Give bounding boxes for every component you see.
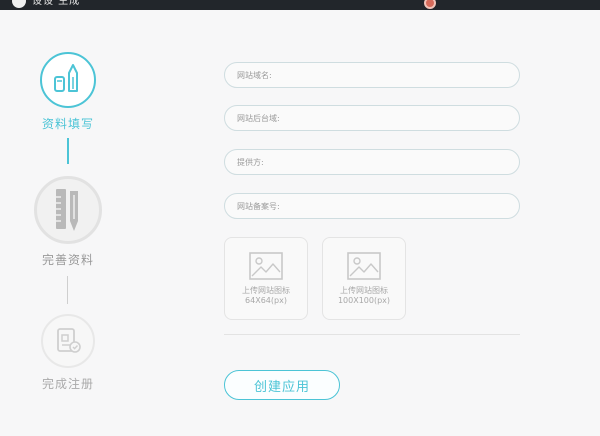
step-3-circle <box>41 314 95 368</box>
pencil-icon <box>54 64 78 92</box>
step-fill-info[interactable]: 资料填写 <box>30 52 106 132</box>
image-icon <box>347 252 381 280</box>
upload-size: 64X64(px) <box>245 296 287 305</box>
step-finish-register[interactable]: 完成注册 <box>30 314 106 392</box>
backend-domain-input[interactable] <box>224 105 520 131</box>
upload-label: 上传网站图标 <box>242 286 290 295</box>
logo-text: 设设 生成 <box>32 0 81 7</box>
step-complete-info[interactable]: 完善资料 <box>30 176 106 268</box>
step-2-circle <box>34 176 102 244</box>
step-connector-2 <box>67 276 68 304</box>
step-2-label: 完善资料 <box>41 253 94 267</box>
icp-number-input[interactable] <box>224 193 520 219</box>
logo-icon <box>12 0 26 8</box>
upload-label: 上传网站图标 <box>340 286 388 295</box>
create-app-button[interactable]: 创建应用 <box>224 370 340 400</box>
site-domain-input[interactable] <box>224 62 520 88</box>
form-divider <box>224 334 520 335</box>
avatar[interactable] <box>424 0 436 9</box>
provider-input[interactable] <box>224 149 520 175</box>
ruler-pen-icon <box>56 189 78 231</box>
step-1-circle <box>40 52 96 108</box>
upload-size: 100X100(px) <box>337 296 391 305</box>
step-connector-1 <box>67 138 69 164</box>
upload-icon-64[interactable]: 上传网站图标 64X64(px) <box>224 237 308 320</box>
step-1-label: 资料填写 <box>41 117 94 131</box>
upload-icon-100[interactable]: 上传网站图标 100X100(px) <box>322 237 406 320</box>
step-3-label: 完成注册 <box>41 377 94 391</box>
certificate-icon <box>57 328 81 353</box>
image-icon <box>249 252 283 280</box>
top-bar: 设设 生成 <box>0 0 600 10</box>
